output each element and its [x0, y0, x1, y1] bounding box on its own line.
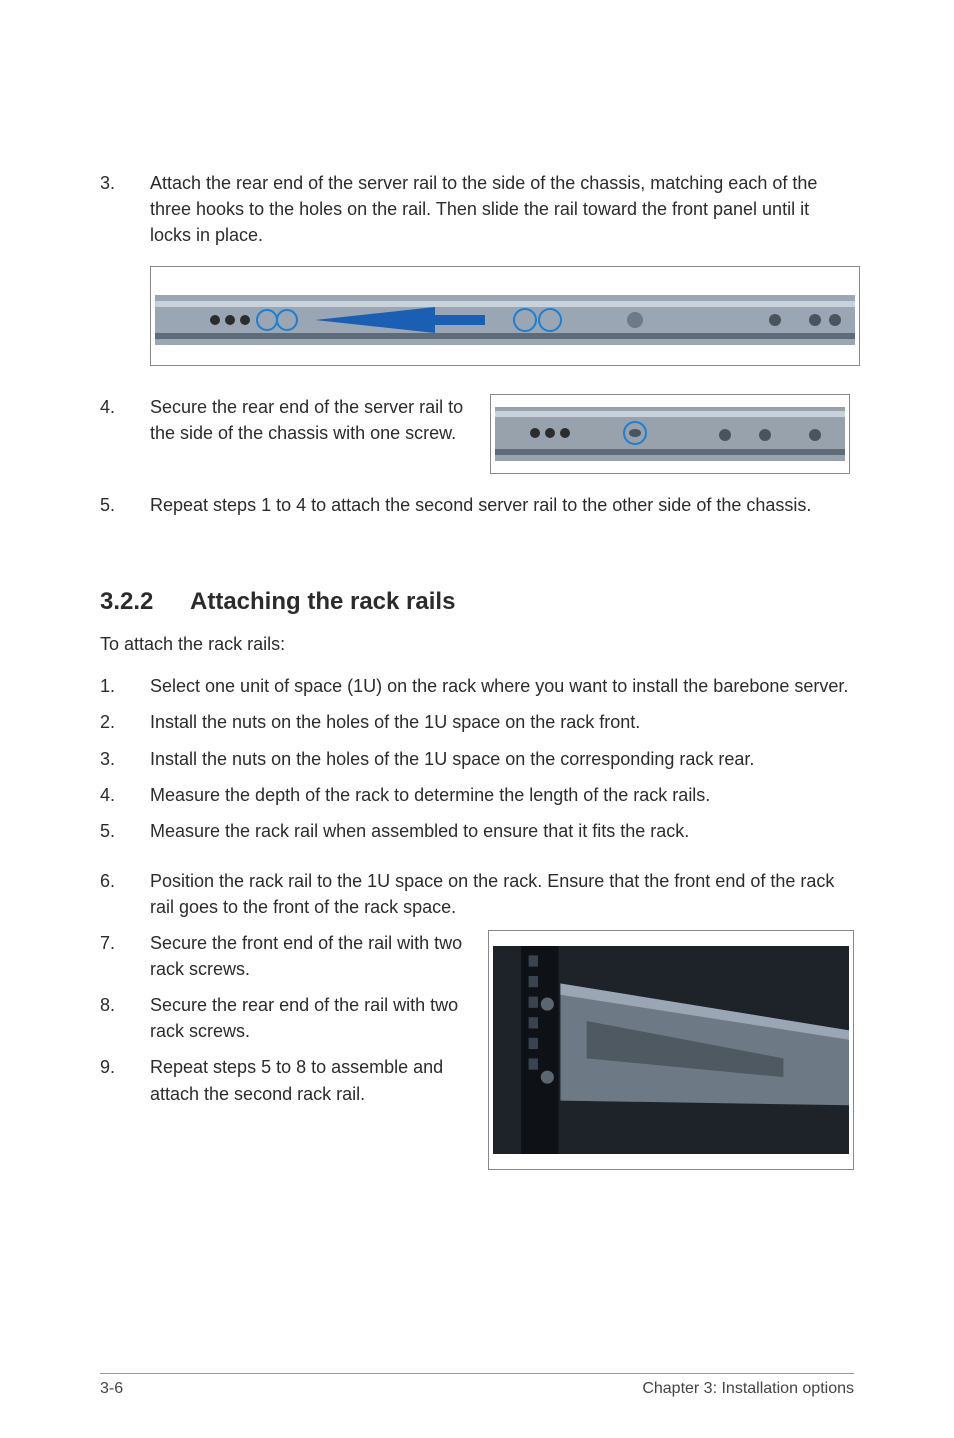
- step-text: Install the nuts on the holes of the 1U …: [150, 709, 854, 735]
- step-number: 6.: [100, 868, 150, 920]
- step-text: Repeat steps 1 to 4 to attach the second…: [150, 492, 854, 518]
- chapter-label: Chapter 3: Installation options: [642, 1380, 854, 1398]
- step-text: Secure the rear end of the rail with two…: [150, 992, 470, 1044]
- figure-rack: [488, 930, 854, 1170]
- bstep-3: 3. Install the nuts on the holes of the …: [100, 746, 854, 772]
- step-number: 4.: [100, 782, 150, 808]
- rail-screw-illustration: [495, 399, 845, 469]
- page-footer: 3-6 Chapter 3: Installation options: [100, 1373, 854, 1398]
- step-number: 7.: [100, 930, 150, 982]
- step-text: Measure the depth of the rack to determi…: [150, 782, 854, 808]
- step-text: Attach the rear end of the server rail t…: [150, 170, 854, 248]
- step-text: Measure the rack rail when assembled to …: [150, 818, 854, 844]
- page-number: 3-6: [100, 1380, 123, 1398]
- step-number: 1.: [100, 673, 150, 699]
- figure-rail-screw: [490, 394, 850, 474]
- step-number: 9.: [100, 1054, 150, 1106]
- step-text: Select one unit of space (1U) on the rac…: [150, 673, 854, 699]
- step-number: 3.: [100, 170, 150, 248]
- section-intro: To attach the rack rails:: [100, 634, 854, 655]
- section-number: 3.2.2: [100, 588, 190, 616]
- bstep-2: 2. Install the nuts on the holes of the …: [100, 709, 854, 735]
- step-number: 5.: [100, 818, 150, 844]
- step-text: Position the rack rail to the 1U space o…: [150, 868, 854, 920]
- step-text: Install the nuts on the holes of the 1U …: [150, 746, 854, 772]
- step-3: 3. Attach the rear end of the server rai…: [100, 170, 854, 248]
- bstep-7: 7. Secure the front end of the rail with…: [100, 930, 470, 982]
- step-5: 5. Repeat steps 1 to 4 to attach the sec…: [100, 492, 854, 518]
- bstep-9: 9. Repeat steps 5 to 8 to assemble and a…: [100, 1054, 470, 1106]
- section-title: Attaching the rack rails: [190, 588, 455, 616]
- step-text: Secure the front end of the rail with tw…: [150, 930, 470, 982]
- rail-slide-illustration: [155, 271, 855, 361]
- section-heading: 3.2.2 Attaching the rack rails: [100, 588, 854, 616]
- step-number: 3.: [100, 746, 150, 772]
- step-4: 4. Secure the rear end of the server rai…: [100, 394, 470, 446]
- step-text: Secure the rear end of the server rail t…: [150, 394, 470, 446]
- step-number: 5.: [100, 492, 150, 518]
- step-number: 4.: [100, 394, 150, 446]
- bstep-4: 4. Measure the depth of the rack to dete…: [100, 782, 854, 808]
- step-text: Repeat steps 5 to 8 to assemble and atta…: [150, 1054, 470, 1106]
- bstep-6: 6. Position the rack rail to the 1U spac…: [100, 868, 854, 920]
- bstep-1: 1. Select one unit of space (1U) on the …: [100, 673, 854, 699]
- step-number: 2.: [100, 709, 150, 735]
- bstep-5: 5. Measure the rack rail when assembled …: [100, 818, 854, 844]
- bstep-8: 8. Secure the rear end of the rail with …: [100, 992, 470, 1044]
- step-number: 8.: [100, 992, 150, 1044]
- rack-illustration: [493, 935, 849, 1165]
- figure-rail-slide: [150, 266, 860, 366]
